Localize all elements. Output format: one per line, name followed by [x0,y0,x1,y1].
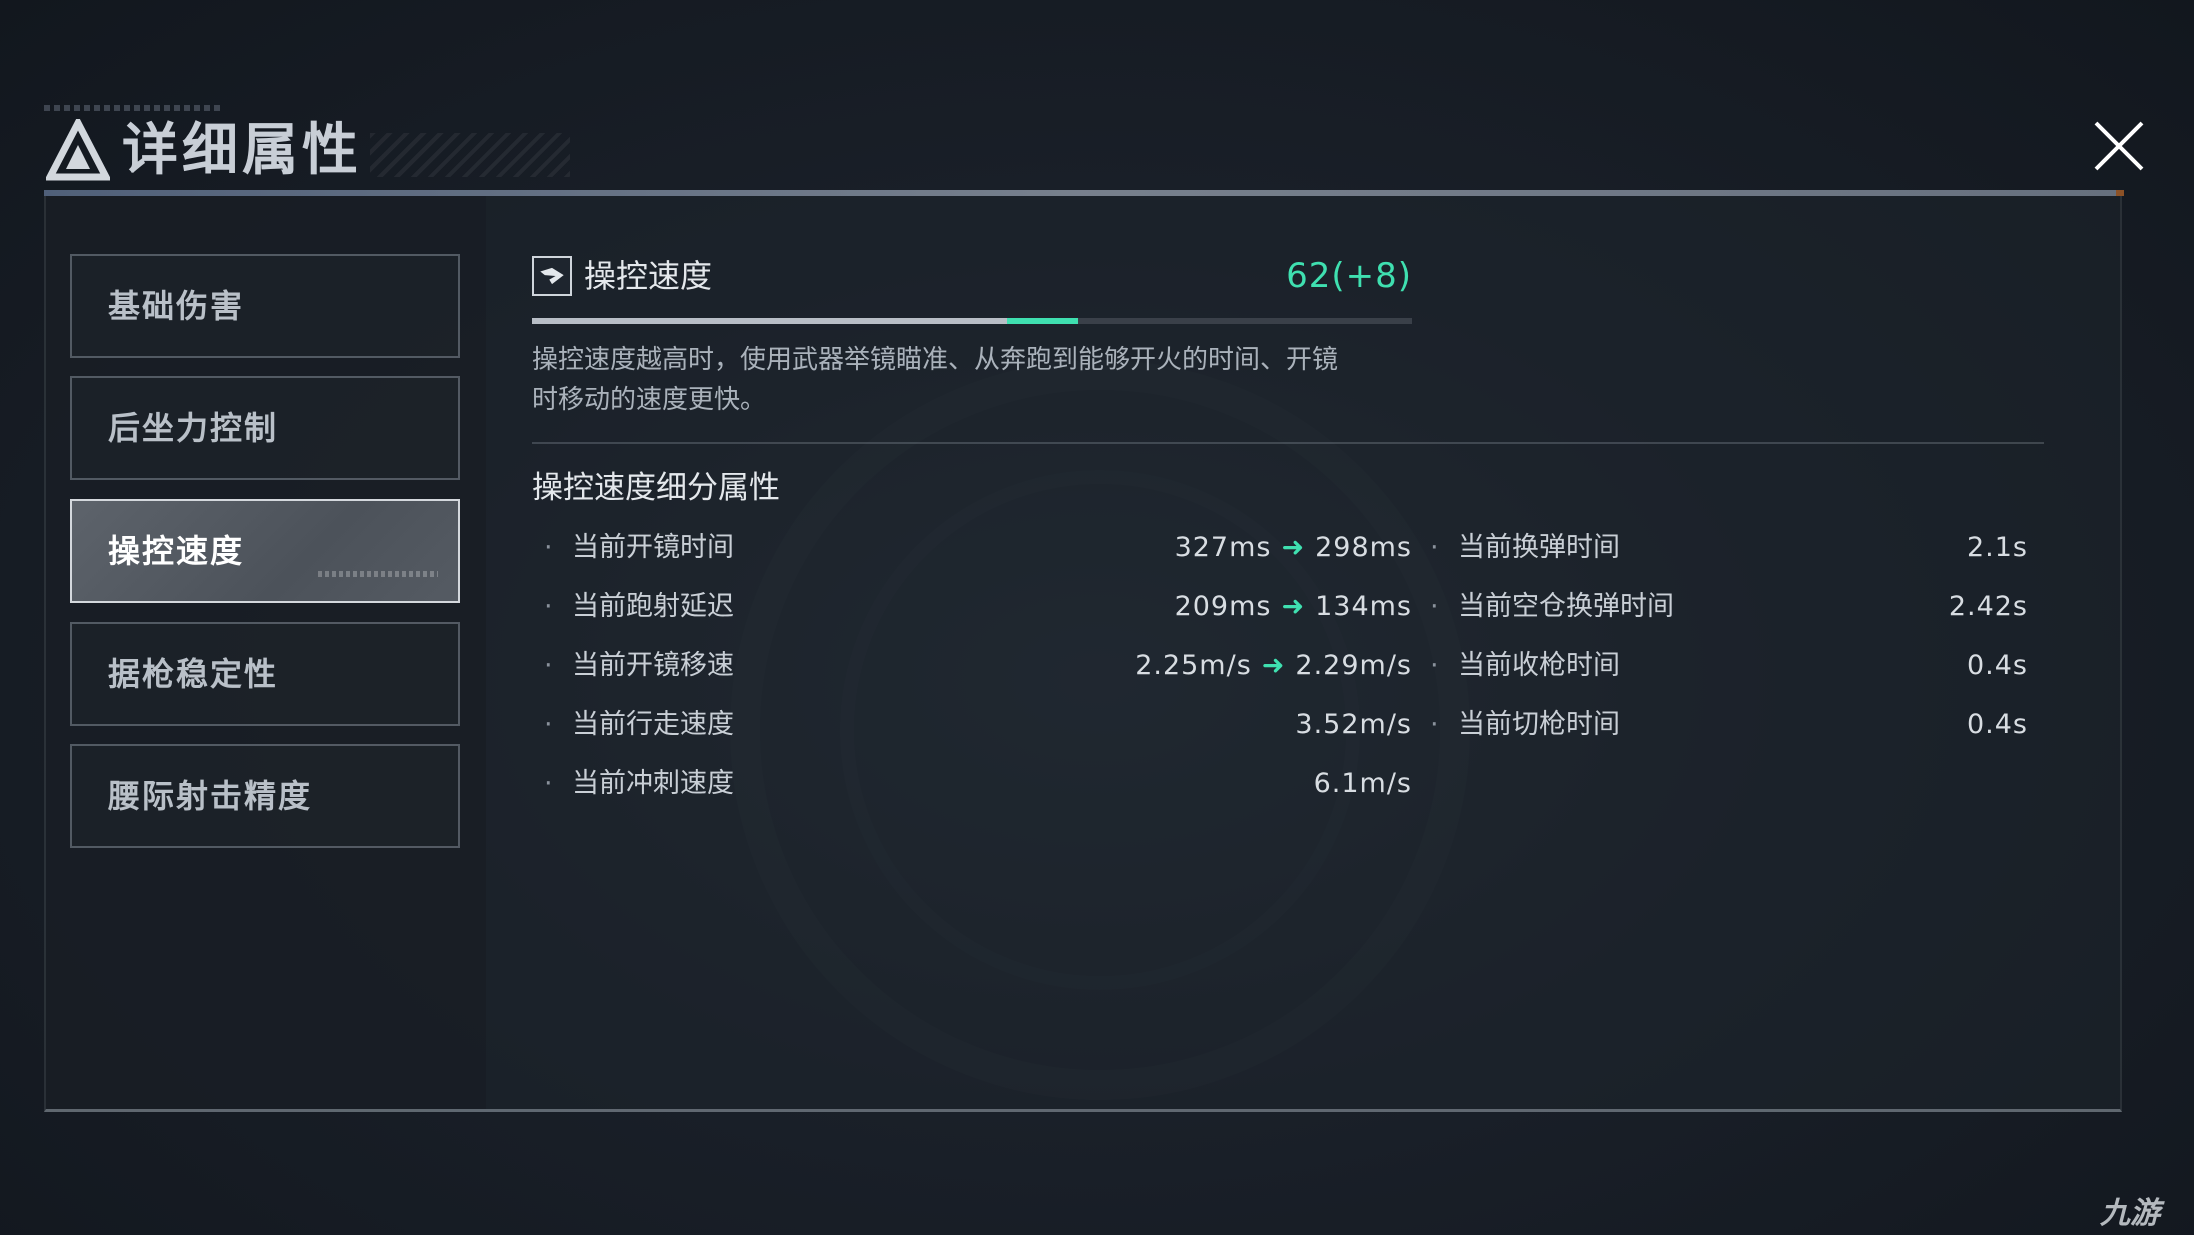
handling-icon [532,256,572,296]
stat-description: 操控速度越高时，使用武器举镜瞄准、从奔跑到能够开火的时间、开镜 时移动的速度更快… [532,340,1412,420]
stat-name: 操控速度 [584,257,713,295]
stat-progress-bonus [1007,318,1078,324]
value-before: 327ms [1174,532,1272,563]
bullet: · [544,768,553,799]
close-icon[interactable] [2086,113,2152,179]
sidebar-item-label: 后坐力控制 [108,409,279,447]
sidebar-item-label: 腰际射击精度 [108,777,313,815]
attribute-label: 当前收枪时间 [1458,650,1620,681]
section-divider [532,442,2044,444]
breakdown-title: 操控速度细分属性 [532,470,780,506]
value-before: 2.25m/s [1135,650,1252,681]
attribute-value: 2.42s [1948,591,2028,622]
active-item-decoration [318,571,438,577]
attribute-value: 327ms ➜ 298ms [1175,528,1412,568]
attribute-row: · 当前开镜时间 327ms ➜ 298ms [532,528,1412,587]
page-title: 详细属性 [122,118,362,183]
stat-header: 操控速度 62(+8) [532,256,1412,300]
screen: 详细属性 基础伤害 后坐力控制 操控速度 据枪稳定性 腰际射击精度 操控速度 6… [0,0,2194,1235]
breakdown-right-column: · 当前换弹时间 2.1s · 当前空仓换弹时间 2.42s · 当前收枪时间 … [1418,528,2028,764]
bullet: · [1430,532,1439,563]
attribute-label: 当前开镜移速 [572,650,734,681]
stat-description-line: 时移动的速度更快。 [532,385,767,415]
attribute-row: · 当前跑射延迟 209ms ➜ 134ms [532,587,1412,646]
arrow-right-icon: ➜ [1281,591,1306,622]
attribute-row: · 当前切枪时间 0.4s [1418,705,2028,764]
stat-value: 62(+8) [1286,256,1412,296]
sidebar-item-label: 操控速度 [108,532,245,570]
sidebar-item-aim-stability[interactable]: 据枪稳定性 [70,622,460,726]
sidebar-item-base-damage[interactable]: 基础伤害 [70,254,460,358]
attribute-row: · 当前换弹时间 2.1s [1418,528,2028,587]
bullet: · [544,532,553,563]
header-hatch-decoration [370,133,570,177]
attribute-value: 0.4s [1966,709,2028,740]
stat-description-line: 操控速度越高时，使用武器举镜瞄准、从奔跑到能够开火的时间、开镜 [532,345,1339,375]
attribute-label: 当前切枪时间 [1458,709,1620,740]
bullet: · [1430,591,1439,622]
content-area: 操控速度 62(+8) 操控速度越高时，使用武器举镜瞄准、从奔跑到能够开火的时间… [532,196,2092,1109]
sidebar-item-recoil-control[interactable]: 后坐力控制 [70,376,460,480]
stat-progress-bar [532,318,1412,324]
attribute-value: 6.1m/s [1313,768,1412,799]
attribute-value: 209ms ➜ 134ms [1175,587,1412,627]
bullet: · [544,591,553,622]
sidebar-item-handling-speed[interactable]: 操控速度 [70,499,460,603]
attribute-value: 0.4s [1966,650,2028,681]
bullet: · [544,709,553,740]
sidebar-item-label: 基础伤害 [108,287,245,325]
attribute-value: 3.52m/s [1295,709,1412,740]
sidebar: 基础伤害 后坐力控制 操控速度 据枪稳定性 腰际射击精度 [46,196,486,1109]
bullet: · [1430,650,1439,681]
attribute-row: · 当前收枪时间 0.4s [1418,646,2028,705]
header: 详细属性 [30,105,2144,195]
attribute-label: 当前冲刺速度 [572,768,734,799]
sidebar-item-label: 据枪稳定性 [108,655,279,693]
detail-panel: 基础伤害 后坐力控制 操控速度 据枪稳定性 腰际射击精度 操控速度 62(+8)… [44,196,2122,1112]
attribute-label: 当前空仓换弹时间 [1458,591,1674,622]
attribute-label: 当前行走速度 [572,709,734,740]
arrow-right-icon: ➜ [1281,532,1306,563]
value-before: 209ms [1174,591,1272,622]
watermark-text: 九游 [2100,1196,2160,1231]
breakdown-left-column: · 当前开镜时间 327ms ➜ 298ms · 当前跑射延迟 209ms ➜ 134m… [532,528,1412,823]
attribute-row: · 当前冲刺速度 6.1m/s [532,764,1412,823]
attribute-value: 2.1s [1966,532,2028,563]
attribute-label: 当前开镜时间 [572,532,734,563]
bullet: · [1430,709,1439,740]
bullet: · [544,650,553,681]
sidebar-item-hipfire-accuracy[interactable]: 腰际射击精度 [70,744,460,848]
arrow-right-icon: ➜ [1261,650,1286,681]
attribute-label: 当前跑射延迟 [572,591,734,622]
attribute-row: · 当前开镜移速 2.25m/s ➜ 2.29m/s [532,646,1412,705]
value-after: 2.29m/s [1295,650,1412,681]
attribute-row: · 当前行走速度 3.52m/s [532,705,1412,764]
attribute-row: · 当前空仓换弹时间 2.42s [1418,587,2028,646]
value-after: 298ms [1315,532,1412,563]
stat-progress-base [532,318,1008,324]
attribute-label: 当前换弹时间 [1458,532,1620,563]
value-after: 134ms [1315,591,1412,622]
watermark-logo: 九游 [2100,1188,2160,1232]
attribute-value: 2.25m/s ➜ 2.29m/s [1135,646,1412,686]
triangle-logo-icon [46,119,110,181]
header-decoration [44,105,224,111]
